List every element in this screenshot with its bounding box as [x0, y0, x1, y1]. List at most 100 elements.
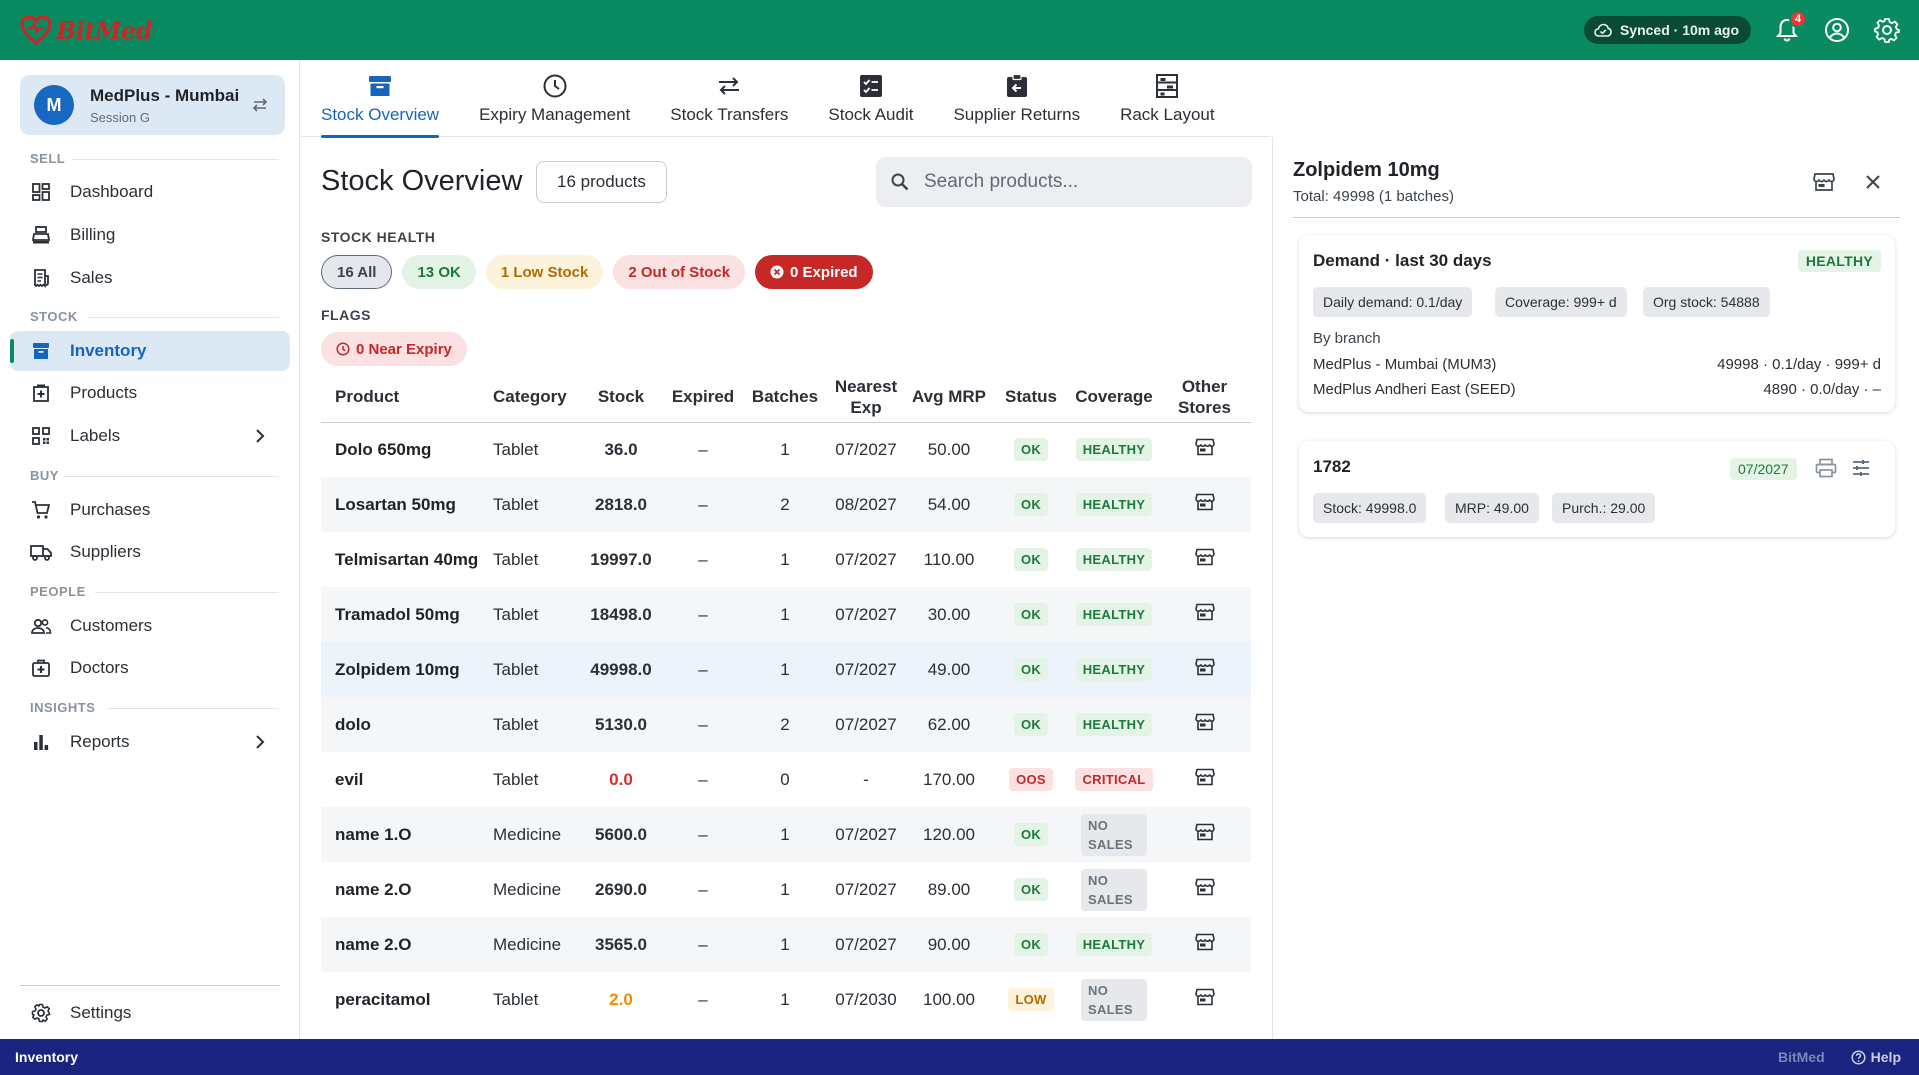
by-branch-label: By branch — [1313, 330, 1381, 347]
search-box[interactable] — [876, 157, 1252, 207]
sidebar-item-inventory[interactable]: Inventory — [10, 331, 290, 371]
storefront-icon[interactable] — [1194, 823, 1215, 841]
coverage-badge: HEALTHY — [1075, 438, 1153, 462]
other-stores-cell — [1158, 697, 1251, 752]
column-header-stock[interactable]: Stock — [580, 372, 662, 423]
filter-all-chip[interactable]: 16 All — [321, 255, 393, 289]
nearest-exp-cell: 07/2027 — [826, 807, 906, 862]
table-row[interactable]: Tramadol 50mg Tablet 18498.0–1 07/2027 30.00… — [321, 587, 1251, 642]
storefront-icon[interactable] — [1194, 603, 1215, 621]
stock-table-container[interactable]: Product Category Stock Expired Batches N… — [321, 372, 1251, 1075]
column-header-product[interactable]: Product — [321, 372, 485, 423]
storefront-icon[interactable] — [1194, 933, 1215, 951]
store-switcher[interactable]: M MedPlus - Mumbai Session G — [20, 75, 285, 135]
batch-mrp-pill: MRP: 49.00 — [1445, 493, 1539, 523]
column-header-avg-mrp[interactable]: Avg MRP — [906, 372, 992, 423]
storefront-icon[interactable] — [1194, 988, 1215, 1006]
filter-expired-chip[interactable]: 0 Expired — [755, 255, 873, 289]
table-row[interactable]: dolo Tablet 5130.0–2 07/2027 62.00 OK HEALTHY — [321, 697, 1251, 752]
column-header-batches[interactable]: Batches — [744, 372, 826, 423]
status-cell: OK — [992, 862, 1070, 917]
sidebar-item-customers[interactable]: Customers — [10, 606, 290, 646]
table-row[interactable]: Dolo 650mg Tablet 36.0 – 1 07/2027 50.00 OK HEAL… — [321, 422, 1251, 477]
product-name-cell: Tramadol 50mg — [321, 587, 485, 642]
sidebar-item-dashboard[interactable]: Dashboard — [10, 172, 290, 212]
section-divider — [64, 476, 279, 477]
filter-low-stock-chip[interactable]: 1 Low Stock — [485, 255, 604, 289]
table-row[interactable]: name 2.O Medicine 2690.0 – 1 07/2027 89.00 OK NO… — [321, 862, 1251, 917]
column-header-status[interactable]: Status — [992, 372, 1070, 423]
search-icon — [876, 172, 910, 192]
brand-logo[interactable]: BitMed — [20, 15, 153, 45]
tab-stock-transfers[interactable]: Stock Transfers — [650, 60, 808, 137]
sidebar-item-reports[interactable]: Reports — [10, 722, 290, 762]
tune-sliders-icon[interactable] — [1851, 458, 1871, 478]
other-stores-cell — [1158, 862, 1251, 917]
settings-button[interactable] — [1873, 16, 1901, 44]
tab-supplier-returns[interactable]: Supplier Returns — [933, 60, 1100, 137]
table-row[interactable]: Zolpidem 10mg Tablet 49998.0–1 07/2027 49.00… — [321, 642, 1251, 697]
help-link[interactable]: Help — [1851, 1049, 1901, 1065]
status-cell: OK — [992, 807, 1070, 862]
table-row[interactable]: evil Tablet 0.0 – 0 - 170.00 OOS CRITICAL — [321, 752, 1251, 807]
tab-stock-audit[interactable]: Stock Audit — [808, 60, 933, 137]
store-session: Session G — [90, 109, 150, 125]
column-header-nearest-exp[interactable]: Nearest Exp — [826, 372, 906, 423]
storefront-icon[interactable] — [1194, 493, 1215, 511]
close-icon[interactable] — [1863, 172, 1883, 192]
sidebar-item-settings[interactable]: Settings — [10, 993, 290, 1033]
sidebar-item-sales[interactable]: Sales — [10, 258, 290, 298]
storefront-icon[interactable] — [1194, 768, 1215, 786]
sidebar-item-suppliers[interactable]: Suppliers — [10, 532, 290, 572]
print-icon[interactable] — [1815, 458, 1837, 478]
sync-status-pill[interactable]: Synced · 10m ago — [1583, 16, 1751, 44]
sidebar-item-purchases[interactable]: Purchases — [10, 490, 290, 530]
table-row[interactable]: Telmisartan 40mg Tablet 19997.0 – 1 07/2027 11… — [321, 532, 1251, 587]
tab-rack-layout[interactable]: Rack Layout — [1100, 60, 1235, 137]
filter-near-expiry-chip[interactable]: 0 Near Expiry — [321, 332, 467, 366]
nearest-exp-cell: 07/2027 — [835, 879, 897, 899]
filter-out-of-stock-chip[interactable]: 2 Out of Stock — [613, 255, 746, 289]
column-header-coverage[interactable]: Coverage — [1070, 372, 1158, 423]
storefront-icon[interactable] — [1194, 548, 1215, 566]
category-cell: Tablet — [485, 697, 580, 752]
column-header-other-stores[interactable]: Other Stores — [1158, 372, 1251, 423]
expired-cell: – — [698, 439, 708, 459]
sidebar-item-products[interactable]: Products — [10, 373, 290, 413]
tab-expiry-management[interactable]: Expiry Management — [459, 60, 650, 137]
category-cell: Tablet — [493, 989, 539, 1009]
category-cell: Tablet — [493, 769, 539, 789]
status-bar: Inventory BitMed Help — [0, 1039, 1919, 1075]
top-bar: BitMed Synced · 10m ago 4 — [0, 0, 1919, 60]
qr-code-icon — [30, 425, 52, 447]
sidebar-item-labels[interactable]: Labels — [10, 416, 290, 456]
notifications-button[interactable]: 4 — [1773, 10, 1807, 44]
avg-mrp-cell: 30.00 — [906, 587, 992, 642]
table-row[interactable]: name 2.O Medicine 3565.0–1 07/2027 90.00 OK HE… — [321, 917, 1251, 972]
avg-mrp-cell: 110.00 — [923, 549, 975, 569]
sidebar-item-billing[interactable]: Billing — [10, 215, 290, 255]
coverage-badge: HEALTHY — [1075, 548, 1153, 571]
filter-ok-chip[interactable]: 13 OK — [402, 255, 476, 289]
storefront-icon[interactable] — [1194, 713, 1215, 731]
column-header-expired[interactable]: Expired — [662, 372, 744, 423]
account-button[interactable] — [1823, 16, 1851, 44]
table-row[interactable]: Losartan 50mg Tablet 2818.0–2 08/2027 54.00 O… — [321, 477, 1251, 532]
column-header-category[interactable]: Category — [485, 372, 580, 423]
table-row[interactable]: peracitamol Tablet 2.0 – 1 07/2030 100.00 LOW NO… — [321, 972, 1251, 1027]
section-buy: BUY — [30, 468, 59, 483]
storefront-icon[interactable] — [1194, 878, 1215, 896]
storefront-icon[interactable] — [1194, 658, 1215, 676]
truck-icon — [30, 541, 52, 563]
search-input[interactable] — [924, 171, 1214, 193]
batch-card[interactable]: 1782 07/2027 Stock: 49998.0 MRP: 49.00 P… — [1299, 441, 1895, 537]
status-badge: OK — [1013, 493, 1049, 516]
table-row[interactable]: name 1.O Medicine 5600.0–1 07/2027 120.00 OK N… — [321, 807, 1251, 862]
storefront-icon[interactable] — [1813, 172, 1835, 192]
swap-icon[interactable] — [251, 97, 269, 113]
sidebar-item-label: Settings — [70, 1003, 132, 1022]
tab-stock-overview[interactable]: Stock Overview — [301, 60, 459, 138]
category-cell: Medicine — [485, 917, 580, 972]
storefront-icon[interactable] — [1194, 438, 1215, 456]
sidebar-item-doctors[interactable]: Doctors — [10, 648, 290, 688]
